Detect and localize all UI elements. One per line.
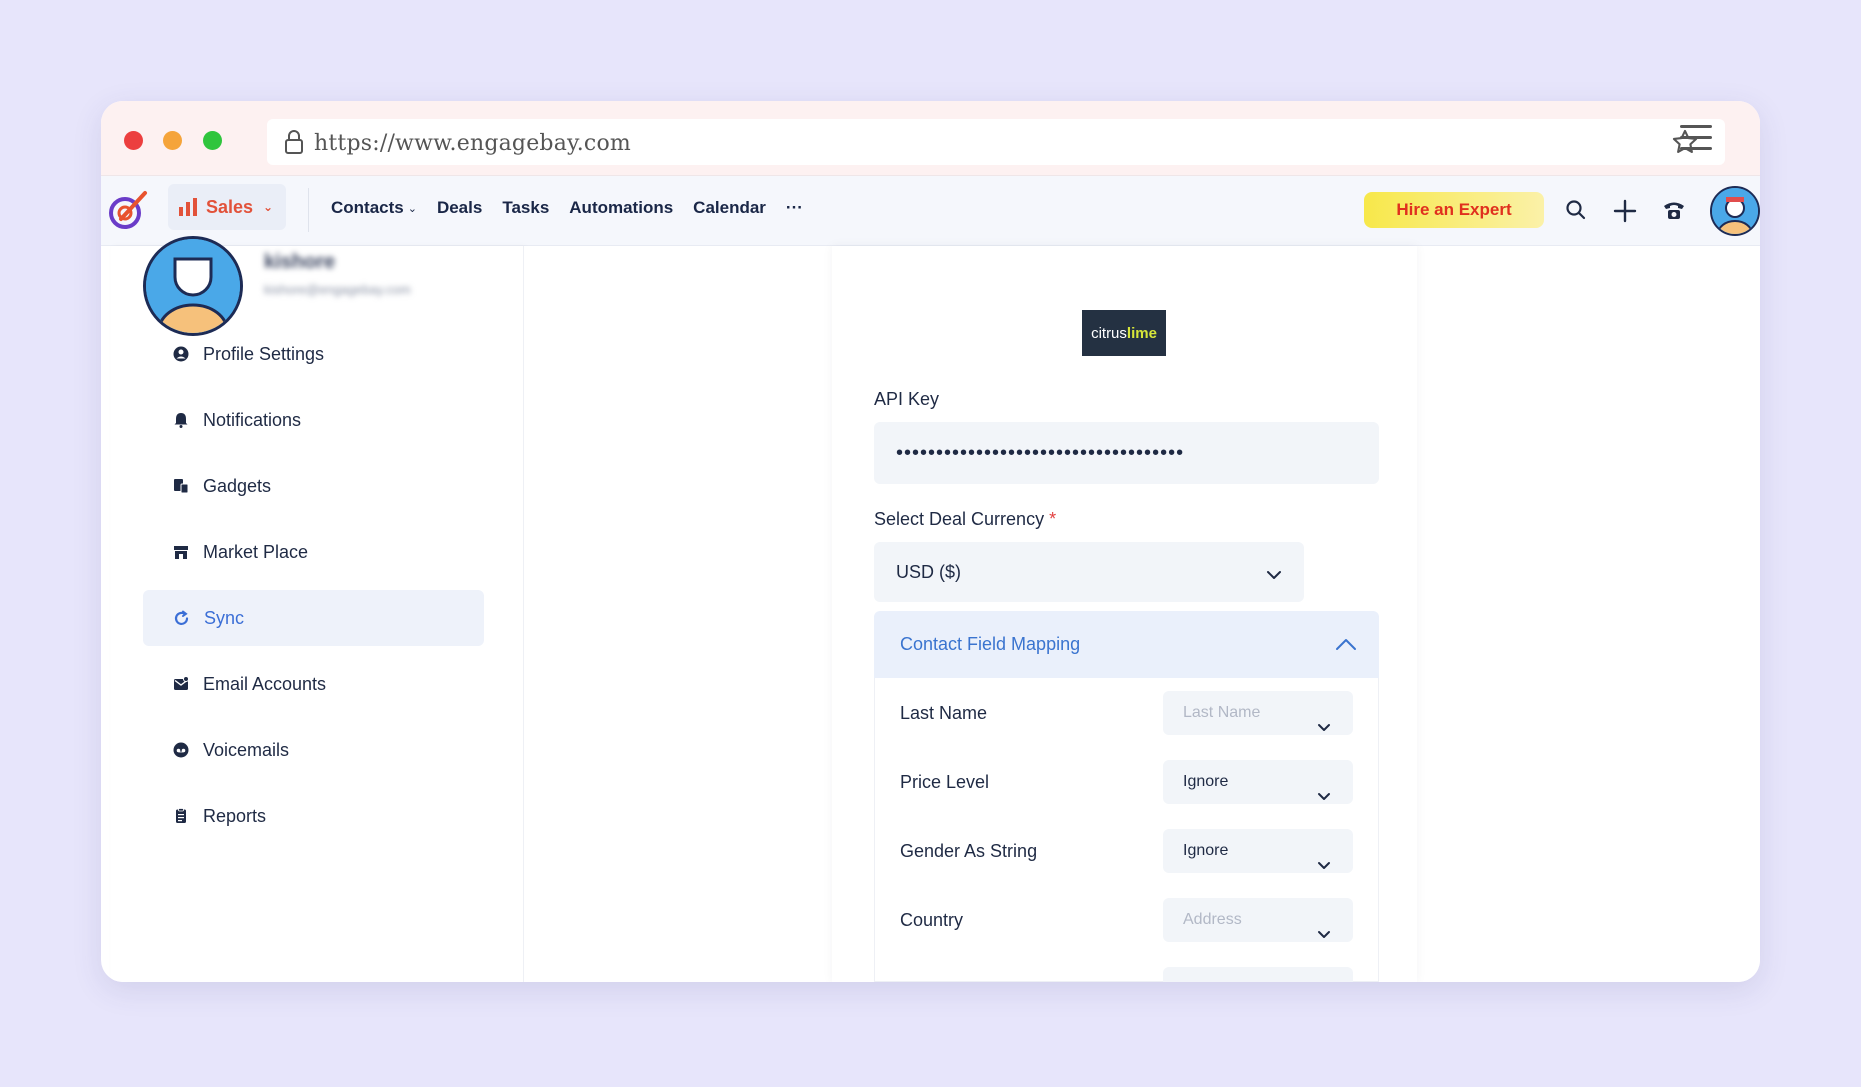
sidebar-item-label: Gadgets: [203, 475, 272, 496]
mapping-field-label: Gender As String: [900, 841, 1038, 861]
mapping-row: [875, 967, 1378, 982]
nav-deals[interactable]: Deals: [437, 198, 482, 218]
brand-logo-text: citrus: [1091, 324, 1127, 342]
search-icon[interactable]: [1564, 198, 1588, 227]
browser-menu-icon[interactable]: [1680, 125, 1712, 158]
mapping-title: Contact Field Mapping: [900, 634, 1081, 654]
primary-nav: Contacts ⌄ Deals Tasks Automations Calen…: [331, 198, 803, 218]
chevron-down-icon: ⌄: [263, 200, 274, 214]
user-avatar[interactable]: [1710, 186, 1760, 236]
api-key-input[interactable]: ••••••••••••••••••••••••••••••••••••: [874, 422, 1379, 484]
deal-currency-select[interactable]: USD ($): [874, 542, 1304, 602]
deal-currency-label-text: Select Deal Currency: [874, 509, 1045, 529]
sales-module-switcher[interactable]: Sales ⌄: [168, 184, 286, 230]
sidebar-item-notifications[interactable]: Notifications: [143, 392, 484, 448]
chevron-down-icon: [1317, 706, 1331, 750]
maximize-window-button[interactable]: [203, 131, 222, 150]
bar-chart-icon: [179, 198, 197, 216]
user-circle-icon: [173, 346, 189, 362]
mapping-field-label: Price Level: [900, 772, 990, 792]
mapping-row: Gender As String Ignore: [875, 829, 1378, 873]
sidebar-item-profile-settings[interactable]: Profile Settings: [143, 326, 484, 382]
profile-name: kishore: [264, 251, 336, 273]
chevron-down-icon: ⌄: [407, 202, 417, 215]
sidebar-item-label: Profile Settings: [203, 343, 325, 364]
nav-divider: [308, 188, 309, 232]
phone-icon[interactable]: [1662, 198, 1686, 227]
nav-tasks[interactable]: Tasks: [502, 198, 549, 218]
hire-expert-button[interactable]: Hire an Expert: [1364, 192, 1544, 228]
profile-email: kishore@engagebay.com: [264, 282, 411, 297]
settings-menu: Profile Settings Notifications Gadgets M…: [143, 326, 484, 854]
sidebar-item-sync[interactable]: Sync: [143, 590, 484, 646]
report-icon: [176, 808, 186, 823]
gadgets-icon: [174, 479, 189, 494]
mapping-row: Country Address: [875, 898, 1378, 942]
mail-icon: [174, 676, 189, 690]
browser-window: https://www.engagebay.com Sales ⌄ Contac…: [101, 101, 1760, 982]
chevron-down-icon: [1317, 913, 1331, 957]
sidebar-item-label: Voicemails: [203, 739, 290, 760]
nav-calendar[interactable]: Calendar: [693, 198, 766, 218]
integration-card: citrus lime API Key •••••••••••••••••••••…: [832, 246, 1417, 982]
browser-toolbar: https://www.engagebay.com: [101, 101, 1760, 176]
minimize-window-button[interactable]: [163, 131, 182, 150]
sidebar-item-gadgets[interactable]: Gadgets: [143, 458, 484, 514]
main-content: citrus lime API Key •••••••••••••••••••••…: [524, 246, 1760, 982]
required-marker: *: [1049, 509, 1057, 529]
chevron-down-icon: [1317, 775, 1331, 819]
sidebar-item-label: Notifications: [203, 409, 302, 430]
address-bar[interactable]: https://www.engagebay.com: [267, 119, 1725, 165]
plus-icon[interactable]: [1612, 198, 1638, 229]
nav-contacts-label: Contacts: [331, 198, 404, 217]
chevron-down-icon: [1317, 844, 1331, 888]
sidebar-item-label: Sync: [204, 607, 245, 628]
app-navbar: Sales ⌄ Contacts ⌄ Deals Tasks Automatio…: [101, 176, 1760, 246]
engagebay-logo[interactable]: [107, 189, 149, 236]
sidebar-item-market-place[interactable]: Market Place: [143, 524, 484, 580]
settings-sidebar: kishore kishore@engagebay.com Profile Se…: [111, 236, 524, 982]
bell-icon: [174, 413, 188, 428]
sidebar-item-voicemails[interactable]: Voicemails: [143, 722, 484, 778]
sidebar-item-reports[interactable]: Reports: [143, 788, 484, 844]
api-key-label: API Key: [874, 389, 940, 409]
mapping-field-select[interactable]: Ignore: [1163, 829, 1353, 873]
mapping-select-value: Last Name: [1183, 704, 1261, 721]
profile-avatar: [143, 236, 243, 336]
sidebar-item-label: Reports: [203, 805, 267, 826]
sales-module-label: Sales: [206, 196, 254, 217]
sidebar-item-email-accounts[interactable]: Email Accounts: [143, 656, 484, 712]
contact-field-mapping-toggle[interactable]: Contact Field Mapping: [874, 611, 1379, 678]
chevron-down-icon: [1266, 564, 1282, 585]
store-icon: [174, 546, 188, 559]
mapping-field-select[interactable]: Address: [1163, 898, 1353, 942]
chevron-up-icon: [1335, 635, 1357, 656]
deal-currency-value: USD ($): [896, 561, 962, 582]
mapping-row: Last Name Last Name: [875, 691, 1378, 735]
mapping-select-value: Address: [1183, 911, 1242, 928]
mapping-field-label: Last Name: [900, 703, 988, 723]
mapping-field-label: Country: [900, 910, 964, 930]
deal-currency-label: Select Deal Currency *: [874, 509, 1056, 530]
sidebar-item-label: Market Place: [203, 541, 309, 562]
sidebar-item-label: Email Accounts: [203, 673, 327, 694]
voicemail-icon: [173, 742, 189, 758]
lock-icon: [283, 129, 305, 160]
close-window-button[interactable]: [124, 131, 143, 150]
mapping-select-value: Ignore: [1183, 773, 1229, 790]
url-text: https://www.engagebay.com: [314, 131, 631, 156]
citruslime-logo: citrus lime: [1082, 310, 1166, 356]
mapping-select-value: Ignore: [1183, 842, 1229, 859]
more-menu-icon[interactable]: ···: [786, 198, 803, 218]
mapping-field-select[interactable]: [1163, 967, 1353, 982]
mapping-field-select[interactable]: Ignore: [1163, 760, 1353, 804]
mapping-row: Price Level Ignore: [875, 760, 1378, 804]
mapping-field-select[interactable]: Last Name: [1163, 691, 1353, 735]
nav-automations[interactable]: Automations: [569, 198, 673, 218]
sync-icon: [174, 610, 189, 625]
nav-contacts[interactable]: Contacts ⌄: [331, 198, 417, 218]
brand-logo-highlight: lime: [1126, 324, 1157, 342]
contact-field-mapping-list: Last Name Last Name Price Level Ignore G…: [874, 678, 1379, 982]
